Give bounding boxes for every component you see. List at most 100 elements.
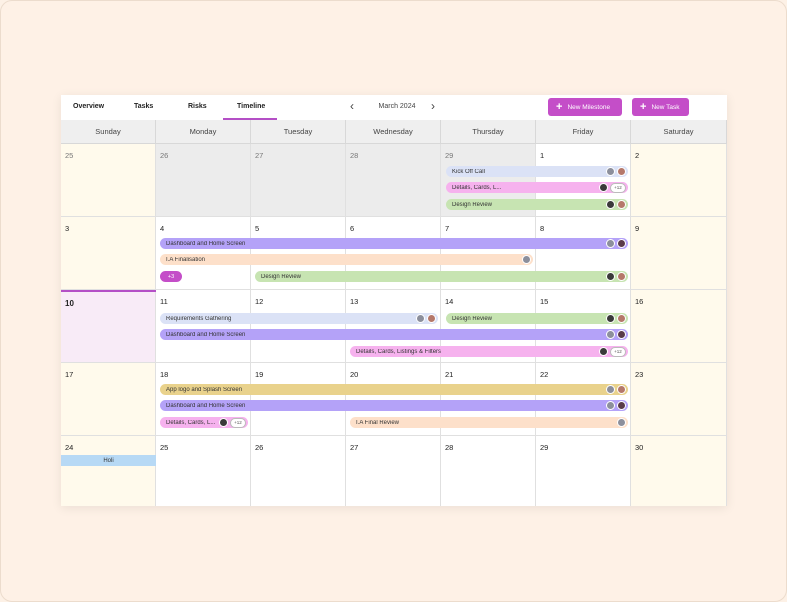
event-design-review[interactable]: Design Review (255, 271, 628, 282)
event-label: I.A Finalisation (166, 256, 206, 263)
weekday-header: Thursday (441, 120, 536, 144)
plus-icon: + (640, 101, 647, 113)
event-label: Details, Cards, L... (166, 419, 216, 426)
current-month: March 2024 (378, 103, 416, 110)
event-ia-finalisation[interactable]: I.A Finalisation (160, 254, 533, 265)
day-cell[interactable]: 28 (346, 144, 441, 217)
day-cell[interactable]: 17 (61, 363, 156, 436)
avatar (617, 272, 626, 281)
day-number: 19 (255, 370, 264, 379)
weekday-header: Friday (536, 120, 631, 144)
chevron-right-icon[interactable]: › (428, 100, 438, 112)
day-cell[interactable]: 23 (631, 363, 727, 436)
weekday-header: Sunday (61, 120, 156, 144)
day-cell[interactable]: 2 (631, 144, 727, 217)
event-ia-final-review[interactable]: I.A Final Review (350, 417, 628, 428)
day-number: 14 (445, 297, 454, 306)
day-number: 10 (65, 299, 74, 308)
day-cell[interactable]: 24 (61, 436, 156, 506)
day-number: 25 (160, 443, 169, 452)
day-number: 13 (350, 297, 359, 306)
day-number: 1 (540, 151, 545, 160)
event-kick-off-call[interactable]: Kick Off Call (446, 166, 628, 177)
event-label: Holi (103, 457, 114, 464)
day-number: 12 (255, 297, 264, 306)
avatar (606, 385, 615, 394)
event-label: Dashboard and Home Screen (166, 402, 246, 409)
today-indicator (61, 290, 156, 292)
day-number: 17 (65, 370, 74, 379)
day-number: 2 (635, 151, 640, 160)
day-cell[interactable]: 27 (346, 436, 441, 506)
avatar (606, 167, 615, 176)
avatar (219, 418, 228, 427)
avatar (522, 255, 531, 264)
event-design-review[interactable]: Design Review (446, 313, 628, 324)
event-details-listings[interactable]: Details, Cards, Listings & Filters +12 (350, 346, 628, 357)
event-dashboard-home[interactable]: Dashboard and Home Screen (160, 329, 628, 340)
day-cell[interactable]: 30 (631, 436, 727, 506)
event-dashboard-home[interactable]: Dashboard and Home Screen (160, 400, 628, 411)
day-cell[interactable]: 12 (251, 290, 346, 363)
event-app-logo[interactable]: App logo and Splash Screen (160, 384, 628, 395)
event-label: App logo and Splash Screen (166, 386, 243, 393)
day-cell[interactable]: 11 (156, 290, 251, 363)
day-cell[interactable]: 28 (441, 436, 536, 506)
event-details-cards[interactable]: Details, Cards, L... +12 (160, 417, 248, 428)
day-number: 29 (445, 151, 454, 160)
avatar (606, 401, 615, 410)
day-number: 6 (350, 224, 355, 233)
day-number: 4 (160, 224, 165, 233)
avatar (599, 183, 608, 192)
event-holi[interactable]: Holi (61, 455, 156, 466)
day-number: 29 (540, 443, 549, 452)
event-label: Dashboard and Home Screen (166, 331, 246, 338)
day-number: 15 (540, 297, 549, 306)
day-cell[interactable]: 29 (536, 436, 631, 506)
tab-risks[interactable]: Risks (188, 103, 207, 110)
day-number: 20 (350, 370, 359, 379)
day-number: 9 (635, 224, 640, 233)
day-cell[interactable]: 3 (61, 217, 156, 290)
new-task-button[interactable]: + New Task (632, 98, 689, 116)
day-number: 21 (445, 370, 454, 379)
avatar (427, 314, 436, 323)
more-events-button[interactable]: +3 (160, 271, 182, 282)
day-cell[interactable]: 25 (61, 144, 156, 217)
day-cell[interactable]: 26 (156, 144, 251, 217)
new-task-label: New Task (651, 103, 680, 111)
new-milestone-button[interactable]: + New Milestone (548, 98, 622, 116)
day-cell[interactable]: 16 (631, 290, 727, 363)
event-label: Design Review (452, 201, 493, 208)
tab-tasks[interactable]: Tasks (134, 103, 153, 110)
more-assignees-badge: +12 (610, 182, 626, 193)
avatar (606, 239, 615, 248)
day-number: 26 (255, 443, 264, 452)
day-cell[interactable]: 25 (156, 436, 251, 506)
weekday-header: Tuesday (251, 120, 346, 144)
day-cell[interactable]: 9 (631, 217, 727, 290)
avatar (606, 330, 615, 339)
event-details-cards[interactable]: Details, Cards, L... +12 (446, 182, 628, 193)
calendar-card: Overview Tasks Risks Timeline ‹ March 20… (61, 95, 727, 506)
toolbar: Overview Tasks Risks Timeline ‹ March 20… (61, 95, 727, 120)
weekday-header: Wednesday (346, 120, 441, 144)
avatar (606, 200, 615, 209)
day-cell[interactable]: 10 (61, 290, 156, 363)
day-number: 22 (540, 370, 549, 379)
day-cell[interactable]: 27 (251, 144, 346, 217)
day-cell[interactable]: 26 (251, 436, 346, 506)
tab-timeline[interactable]: Timeline (237, 103, 265, 110)
day-number: 27 (255, 151, 264, 160)
tab-overview[interactable]: Overview (73, 103, 104, 110)
event-requirements-gathering[interactable]: Requirements Gathering (160, 313, 438, 324)
new-milestone-label: New Milestone (567, 103, 611, 111)
avatar (617, 200, 626, 209)
day-number: 23 (635, 370, 644, 379)
event-design-review[interactable]: Design Review (446, 199, 628, 210)
event-label: Design Review (261, 273, 302, 280)
event-dashboard-home[interactable]: Dashboard and Home Screen (160, 238, 628, 249)
chevron-left-icon[interactable]: ‹ (347, 100, 357, 112)
day-number: 28 (445, 443, 454, 452)
day-number: 25 (65, 151, 74, 160)
